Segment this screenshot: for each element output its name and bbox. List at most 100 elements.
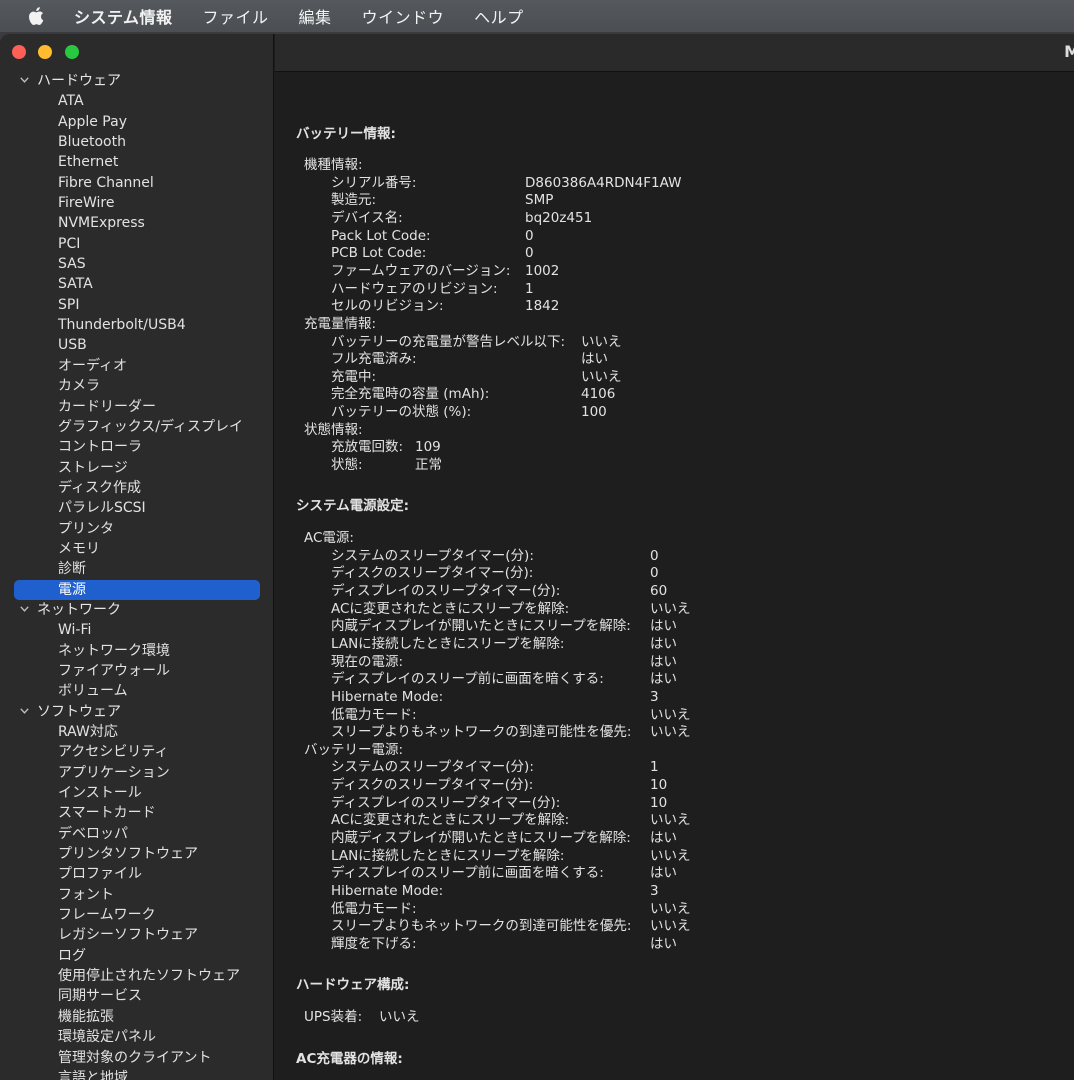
sidebar-item[interactable]: メモリ <box>0 539 273 559</box>
info-row: ACに変更されたときにスリープを解除: いいえ <box>331 601 1074 619</box>
info-value: いいえ <box>650 847 691 864</box>
info-row: ハードウェアのリビジョン: 1 <box>331 281 1074 299</box>
sidebar-item[interactable]: 電源 <box>14 579 260 600</box>
sidebar-item[interactable]: デベロッパ <box>0 824 273 844</box>
sidebar-item-label: USB <box>58 337 87 354</box>
sidebar-item[interactable]: カメラ <box>0 376 273 396</box>
info-value: いいえ <box>581 333 622 350</box>
sidebar-item-label: ログ <box>58 947 86 964</box>
info-row: PCB Lot Code: 0 <box>331 245 1074 263</box>
info-key: ディスプレイのスリープタイマー(分): <box>331 582 561 599</box>
sidebar-item[interactable]: インストール <box>0 783 273 803</box>
sidebar-item[interactable]: Apple Pay <box>0 112 273 132</box>
sidebar-item[interactable]: ディスク作成 <box>0 478 273 498</box>
sidebar-item[interactable]: コントローラ <box>0 437 273 457</box>
close-window-button[interactable] <box>12 45 26 59</box>
zoom-window-button[interactable] <box>65 45 79 59</box>
sidebar-item-label: プリンタ <box>58 520 114 537</box>
sidebar-item[interactable]: スマートカード <box>0 803 273 823</box>
sidebar-item[interactable]: SAS <box>0 254 273 274</box>
info-value: はい <box>650 865 677 882</box>
sidebar-item-label: FireWire <box>58 195 115 212</box>
sidebar-item[interactable]: ファイアウォール <box>0 661 273 681</box>
menu-help[interactable]: ヘルプ <box>474 4 524 28</box>
sidebar-item-label: Ethernet <box>58 154 119 171</box>
sidebar-item[interactable]: ストレージ <box>0 458 273 478</box>
sidebar-item[interactable]: FireWire <box>0 193 273 213</box>
sidebar-item[interactable]: ATA <box>0 91 273 111</box>
sidebar-item[interactable]: プリンタ <box>0 519 273 539</box>
info-key: ディスクのスリープタイマー(分): <box>331 565 534 582</box>
sidebar-item[interactable]: オーディオ <box>0 356 273 376</box>
menu-edit[interactable]: 編集 <box>299 4 332 28</box>
sidebar-item[interactable]: グラフィックス/ディスプレイ <box>0 417 273 437</box>
sidebar-group[interactable]: ネットワーク <box>0 600 273 620</box>
sidebar-item[interactable]: Thunderbolt/USB4 <box>0 315 273 335</box>
sidebar-item-label: プロファイル <box>58 866 142 883</box>
sidebar-item[interactable]: レガシーソフトウェア <box>0 925 273 945</box>
sidebar-item[interactable]: 管理対象のクライアント <box>0 1048 273 1068</box>
sidebar-item-label: SPI <box>58 296 80 313</box>
sidebar-item[interactable]: 使用停止されたソフトウェア <box>0 966 273 986</box>
menu-window[interactable]: ウインドウ <box>362 4 445 28</box>
sidebar-item[interactable]: Fibre Channel <box>0 173 273 193</box>
sidebar-item[interactable]: Bluetooth <box>0 132 273 152</box>
group-label: バッテリー電源: <box>304 741 404 758</box>
sidebar-item-label: ファイアウォール <box>58 662 170 679</box>
sidebar-item[interactable]: 言語と地域 <box>0 1068 273 1080</box>
sidebar-item[interactable]: カードリーダー <box>0 397 273 417</box>
info-row: セルのリビジョン: 1842 <box>331 298 1074 316</box>
sidebar-item[interactable]: プリンタソフトウェア <box>0 844 273 864</box>
menu-file[interactable]: ファイル <box>203 4 269 28</box>
info-key: ディスプレイのスリープ前に画面を暗くする: <box>331 865 604 882</box>
sidebar-item[interactable]: プロファイル <box>0 864 273 884</box>
sidebar-item[interactable]: ログ <box>0 946 273 966</box>
sidebar-item[interactable]: 診断 <box>0 559 273 579</box>
sidebar-item[interactable]: アプリケーション <box>0 763 273 783</box>
menu-bar: システム情報 ファイル 編集 ウインドウ ヘルプ <box>0 0 1074 32</box>
sidebar-item[interactable]: RAW対応 <box>0 722 273 742</box>
info-row: 状態: 正常 <box>331 457 1074 475</box>
chevron-down-icon[interactable] <box>20 606 29 612</box>
sidebar-group[interactable]: ハードウェア <box>0 71 273 91</box>
chevron-down-icon[interactable] <box>20 707 29 714</box>
sidebar-item[interactable]: USB <box>0 335 273 355</box>
sidebar-item[interactable]: フレームワーク <box>0 905 273 925</box>
sidebar-item[interactable]: SATA <box>0 274 273 294</box>
sidebar-item-label: メモリ <box>58 540 100 557</box>
info-row: 現在の電源: はい <box>331 654 1074 672</box>
sidebar-item[interactable]: ネットワーク環境 <box>0 641 273 661</box>
sidebar-item[interactable]: NVMExpress <box>0 213 273 233</box>
info-row: UPS装着: いいえ <box>304 1009 1064 1027</box>
minimize-window-button[interactable] <box>38 45 52 59</box>
sidebar-item-label: Fibre Channel <box>58 174 154 191</box>
sidebar-item[interactable]: 環境設定パネル <box>0 1027 273 1047</box>
chevron-down-icon[interactable] <box>20 77 29 83</box>
power-settings-title: システム電源設定: <box>296 498 409 514</box>
sidebar-item-label: ソフトウェア <box>37 703 121 720</box>
info-key: シリアル番号: <box>331 174 417 191</box>
sidebar-item[interactable]: SPI <box>0 295 273 315</box>
apple-menu-icon[interactable] <box>26 5 48 27</box>
sidebar-item[interactable]: 同期サービス <box>0 986 273 1006</box>
info-key: UPS装着: <box>304 1009 363 1025</box>
sidebar-item[interactable]: フォント <box>0 885 273 905</box>
info-key: デバイス名: <box>331 209 403 226</box>
sidebar-item-label: 管理対象のクライアント <box>58 1049 212 1066</box>
sidebar-item[interactable]: ボリューム <box>0 681 273 701</box>
info-value: はい <box>650 671 677 688</box>
info-key: PCB Lot Code: <box>331 245 427 262</box>
sidebar-item[interactable]: PCI <box>0 234 273 254</box>
sidebar-item-label: スマートカード <box>58 805 156 822</box>
sidebar-item[interactable]: アクセシビリティ <box>0 742 273 762</box>
info-row: 低電力モード: いいえ <box>331 901 1074 919</box>
sidebar-item[interactable]: Ethernet <box>0 152 273 172</box>
sidebar-group[interactable]: ソフトウェア <box>0 702 273 722</box>
info-key: ディスプレイのスリープ前に画面を暗くする: <box>331 671 604 688</box>
info-value: 4106 <box>581 386 616 403</box>
sidebar-item[interactable]: パラレルSCSI <box>0 498 273 518</box>
sidebar-item[interactable]: 機能拡張 <box>0 1007 273 1027</box>
info-key: 状態: <box>331 457 363 474</box>
menu-app-name[interactable]: システム情報 <box>74 4 173 28</box>
sidebar-item[interactable]: Wi-Fi <box>0 620 273 640</box>
